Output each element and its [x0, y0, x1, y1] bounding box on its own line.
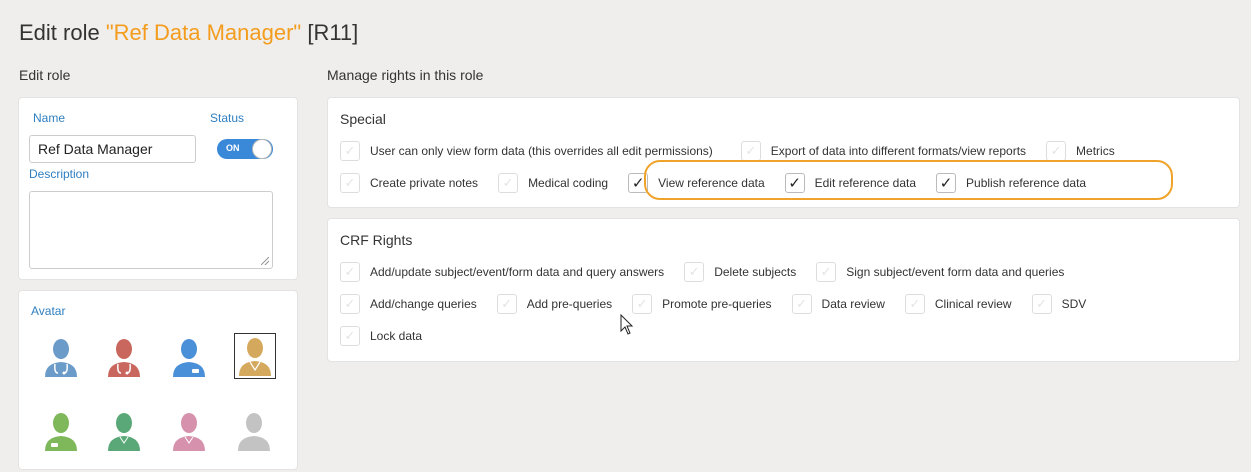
- edit-role-heading: Edit role: [19, 67, 71, 83]
- checkbox-unchecked-icon[interactable]: ✓: [340, 141, 360, 161]
- toggle-knob: [252, 139, 272, 159]
- right-medical-coding[interactable]: ✓ Medical coding: [498, 173, 628, 193]
- right-promote-pre-queries[interactable]: ✓ Promote pre-queries: [632, 294, 791, 314]
- crf-row-2: ✓ Add/change queries ✓ Add pre-queries ✓…: [340, 294, 1106, 314]
- checkbox-unchecked-icon[interactable]: ✓: [632, 294, 653, 314]
- edit-role-panel: Name Status ON Description: [18, 97, 298, 280]
- special-row-2: ✓ Create private notes ✓ Medical coding …: [340, 173, 1106, 193]
- special-title: Special: [340, 111, 386, 127]
- special-row-1: ✓ User can only view form data (this ove…: [340, 141, 1135, 161]
- right-delete-subjects[interactable]: ✓ Delete subjects: [684, 262, 816, 282]
- avatar-panel: Avatar: [18, 290, 298, 470]
- page-title: Edit role "Ref Data Manager" [R11]: [19, 20, 359, 45]
- resize-grip-icon[interactable]: [261, 257, 269, 265]
- right-publish-reference-data[interactable]: ✓ Publish reference data: [936, 173, 1106, 193]
- right-add-change-queries[interactable]: ✓ Add/change queries: [340, 294, 497, 314]
- checkbox-unchecked-icon[interactable]: ✓: [498, 173, 519, 193]
- right-lock-data[interactable]: ✓ Lock data: [340, 326, 442, 346]
- role-name-highlight: "Ref Data Manager": [105, 20, 302, 45]
- special-rights-panel: Special ✓ User can only view form data (…: [327, 97, 1240, 208]
- right-export-data[interactable]: ✓ Export of data into different formats/…: [740, 141, 1046, 161]
- right-view-reference-data[interactable]: ✓ View reference data: [628, 173, 785, 193]
- right-edit-reference-data[interactable]: ✓ Edit reference data: [784, 173, 936, 193]
- status-toggle[interactable]: ON: [217, 139, 273, 159]
- manage-rights-heading: Manage rights in this role: [327, 67, 484, 83]
- checkbox-checked-icon[interactable]: ✓: [936, 173, 957, 193]
- right-add-update-data[interactable]: ✓ Add/update subject/event/form data and…: [340, 262, 684, 282]
- crf-row-3: ✓ Lock data: [340, 326, 442, 346]
- checkbox-unchecked-icon[interactable]: ✓: [684, 262, 705, 282]
- checkbox-unchecked-icon[interactable]: ✓: [816, 262, 837, 282]
- description-textarea[interactable]: [29, 191, 273, 269]
- crf-rights-panel: CRF Rights ✓ Add/update subject/event/fo…: [327, 218, 1240, 362]
- avatar-staff-green-icon[interactable]: [41, 409, 81, 453]
- right-data-review[interactable]: ✓ Data review: [791, 294, 905, 314]
- checkbox-unchecked-icon[interactable]: ✓: [1031, 294, 1052, 314]
- right-sdv[interactable]: ✓ SDV: [1031, 294, 1107, 314]
- right-private-notes[interactable]: ✓ Create private notes: [340, 173, 498, 193]
- status-label: Status: [210, 111, 245, 125]
- crf-row-1: ✓ Add/update subject/event/form data and…: [340, 262, 1084, 282]
- checkbox-unchecked-icon[interactable]: ✓: [791, 294, 812, 314]
- checkbox-unchecked-icon[interactable]: ✓: [740, 141, 761, 161]
- checkbox-unchecked-icon[interactable]: ✓: [340, 173, 360, 193]
- checkbox-unchecked-icon[interactable]: ✓: [1046, 141, 1067, 161]
- right-view-only[interactable]: ✓ User can only view form data (this ove…: [340, 141, 733, 161]
- avatar-manager-gold-icon[interactable]: [234, 333, 276, 379]
- avatar-person-green-icon[interactable]: [104, 409, 144, 453]
- checkbox-unchecked-icon[interactable]: ✓: [340, 326, 360, 346]
- checkbox-checked-icon[interactable]: ✓: [628, 173, 649, 193]
- avatar-doctor-red-icon[interactable]: [104, 335, 144, 379]
- name-label: Name: [33, 111, 66, 125]
- right-add-pre-queries[interactable]: ✓ Add pre-queries: [496, 294, 632, 314]
- avatar-label: Avatar: [31, 304, 66, 318]
- checkbox-unchecked-icon[interactable]: ✓: [904, 294, 925, 314]
- checkbox-unchecked-icon[interactable]: ✓: [340, 262, 360, 282]
- name-input[interactable]: [29, 135, 196, 163]
- avatar-person-pink-icon[interactable]: [169, 409, 209, 453]
- checkbox-unchecked-icon[interactable]: ✓: [340, 294, 360, 314]
- avatar-person-gray-icon[interactable]: [234, 409, 274, 453]
- toggle-on-text: ON: [226, 143, 240, 153]
- checkbox-unchecked-icon[interactable]: ✓: [496, 294, 517, 314]
- mouse-pointer-icon: [620, 313, 634, 341]
- right-clinical-review[interactable]: ✓ Clinical review: [904, 294, 1032, 314]
- avatar-staff-blue-icon[interactable]: [169, 335, 209, 379]
- avatar-doctor-blue-icon[interactable]: [41, 335, 81, 379]
- checkbox-checked-icon[interactable]: ✓: [784, 173, 805, 193]
- description-label: Description: [29, 167, 90, 181]
- right-metrics[interactable]: ✓ Metrics: [1046, 141, 1135, 161]
- right-sign-data[interactable]: ✓ Sign subject/event form data and queri…: [816, 262, 1084, 282]
- crf-title: CRF Rights: [340, 232, 413, 248]
